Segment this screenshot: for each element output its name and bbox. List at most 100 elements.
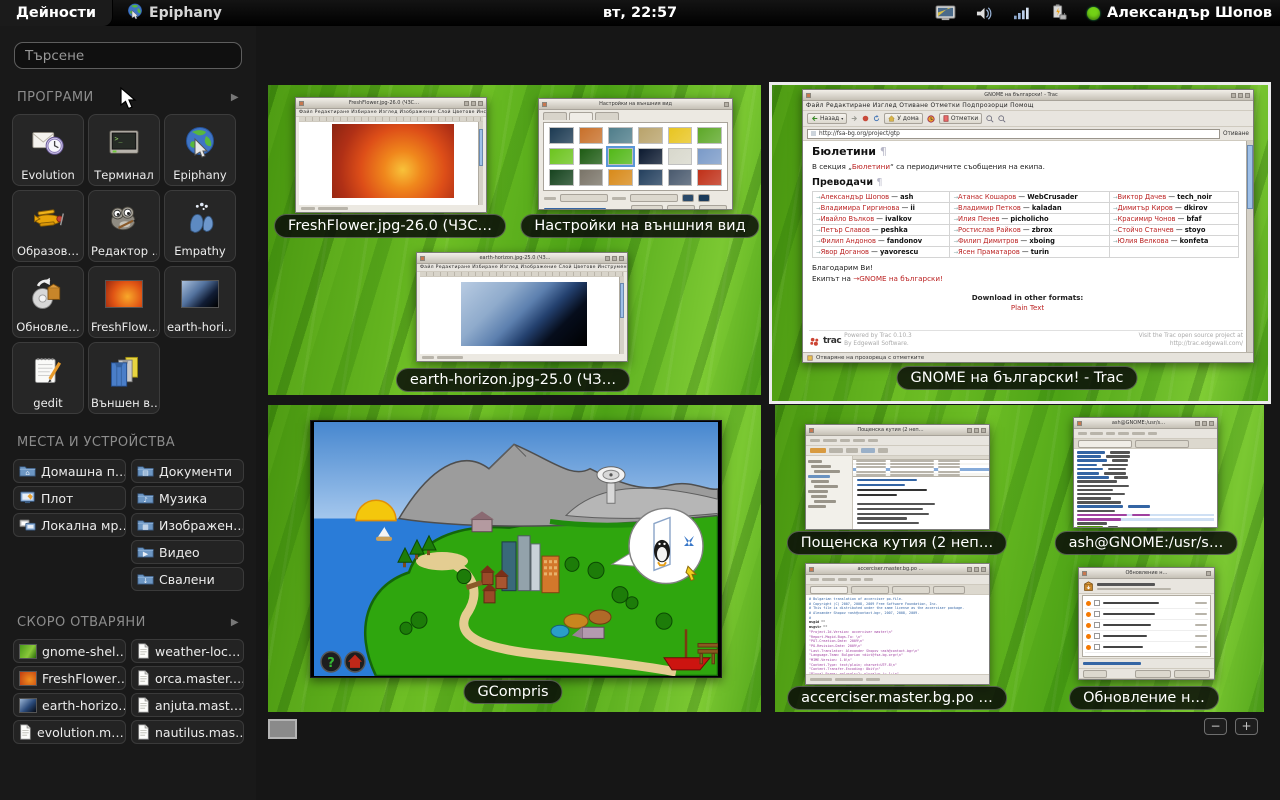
window-gedit-po[interactable]: accerciser.master.bg.po … # Bulgarian tr… [805,563,990,685]
app-tile-terminal[interactable]: >_Терминал [88,114,160,186]
terminal-line [1077,451,1214,454]
mouse-cursor [120,87,137,115]
po-line: "Content-Transfer-Encoding: 8bit\n" [809,667,880,671]
url-text: http://fsa-bg.org/project/gtp [819,131,900,137]
app-tile-gedit[interactable]: gedit [12,342,84,414]
place-item-folder-videos[interactable]: ▶Видео [131,540,244,564]
recent-item-text-doc[interactable]: evolution.m… [13,720,126,744]
app-tile-evolution[interactable]: Evolution [12,114,84,186]
po-line: "MIME-Version: 1.0\n" [809,658,852,662]
add-workspace-button[interactable]: + [1235,718,1258,735]
window-terminal[interactable]: ash@GNOME:/usr/s… [1073,417,1218,528]
recent-item-thumb-earth[interactable]: earth-horizo… [13,693,126,717]
user-menu[interactable]: Александър Шопов [1087,5,1272,21]
programs-expand-icon[interactable]: ▶ [231,92,239,103]
window-appearance-settings[interactable]: Настройки на външния вид [538,98,733,210]
app-tile-updates[interactable]: Обновле… [12,266,84,338]
update-row [1085,609,1208,620]
workspace-indicator[interactable] [268,719,297,739]
app-tile-epiphany[interactable]: Epiphany [164,114,236,186]
gcompris-icon [30,200,66,236]
translator-cell [1109,247,1238,258]
translator-cell: →Виктор Дачев — tech_noir [1109,192,1238,203]
translator-row: →Ивайло Вълков — ivalkov→Илия Пенев — pi… [813,214,1239,225]
app-tile-gcompris[interactable]: Образов… [12,190,84,262]
desktop-icon [19,491,36,505]
window-title: earth-horizon.jpg-25.0 (ЧЗ… [427,255,603,261]
app-tile-empathy[interactable]: Empathy [164,190,236,262]
favicon [811,131,816,136]
folder-downloads-icon: ↓ [137,572,154,586]
recent-item-text-doc[interactable]: orca.master.… [131,666,244,690]
flower-image [332,124,453,197]
power-icon[interactable] [1050,4,1068,22]
toolbar [806,446,989,456]
place-item-folder-music[interactable]: ♪Музика [131,486,244,510]
window-evolution-mail[interactable]: Пощенска кутия (2 неп… [805,424,990,530]
remove-workspace-button[interactable]: − [1204,718,1227,735]
workspace-3[interactable]: ? GCompris [268,405,761,712]
window-gimp-freshflower[interactable]: FreshFlower.jpg-26.0 (ЧЗС… Файл Редактир… [295,97,487,213]
tab-bar [806,585,989,595]
app-label: earth-hori… [167,320,233,334]
window-gimp-earth-horizon[interactable]: earth-horizon.jpg-25.0 (ЧЗ… Файл Редакти… [416,252,628,362]
update-row [1085,642,1208,653]
network-signal-icon[interactable] [1013,5,1031,21]
window-epiphany-trac[interactable]: GNOME на български! - Trac Файл Редактир… [802,89,1254,363]
recent-label: anjuta.mast… [155,698,242,713]
translator-row: →Явор Доганов — yavorescu→Ясен Праматаро… [813,247,1239,258]
terminal-line [1077,455,1214,458]
place-item-folder-pictures[interactable]: ▦Изображен… [131,513,244,537]
recent-item-thumb-green[interactable]: gnome-shel… [13,639,126,663]
folder-row [808,460,822,463]
app-tile-appearance[interactable]: Външен в… [88,342,160,414]
window-title: FreshFlower.jpg-26.0 (ЧЗС… [306,100,462,106]
app-tile-image-flower[interactable]: FreshFlow… [88,266,160,338]
recent-item-text-doc[interactable]: anjuta.mast… [131,693,244,717]
place-item-folder-downloads[interactable]: ↓Свалени [131,567,244,591]
app-tile-gimp[interactable]: Редактор … [88,190,160,262]
preview-line [857,508,923,510]
place-item-folder-documents[interactable]: ▤Документи [131,459,244,483]
app-tile-image-earth[interactable]: earth-hori… [164,266,236,338]
window-gcompris[interactable]: ? [310,420,722,678]
translator-cell: →Петър Славов — peshka [813,225,950,236]
recent-item-text-doc[interactable]: weather-loc… [131,639,244,663]
workspace-2-active[interactable]: GNOME на български! - Trac Файл Редактир… [769,82,1271,404]
place-item-network[interactable]: Локална мр… [13,513,126,537]
wallpaper-thumbnail [668,127,693,144]
search-box[interactable] [14,42,242,69]
search-input[interactable] [23,47,233,65]
recent-expand-icon[interactable]: ▶ [231,617,239,628]
place-item-desktop[interactable]: Плот [13,486,126,510]
translator-cell: →Димитър Киров — dkirov [1109,203,1238,214]
titlebar: ash@GNOME:/usr/s… [1074,418,1217,429]
translators-table: →Александър Шопов — ash→Атанас Кошаров —… [812,191,1239,258]
terminal-line [1077,459,1214,462]
app-menu[interactable]: Epiphany [118,0,230,26]
gimp-statusbar [417,354,627,361]
translator-row: →Петър Славов — peshka→Ростислав Райков … [813,225,1239,236]
recent-label: weather-loc… [155,644,240,659]
update-links [1079,658,1214,669]
zoom-out-icon [998,115,1006,123]
clock[interactable]: вт, 22:57 [603,0,677,26]
window-update-manager[interactable]: Обновление н… [1078,567,1215,680]
volume-icon[interactable] [975,5,994,22]
display-settings-icon[interactable] [935,5,956,22]
app-icon-wrap [182,191,218,244]
wallpaper-thumbnail [579,127,604,144]
app-icon-wrap [106,343,142,396]
workspace-1[interactable]: FreshFlower.jpg-26.0 (ЧЗС… Файл Редактир… [268,85,761,395]
activities-button[interactable]: Дейности [0,0,112,26]
workspace-4[interactable]: Пощенска кутия (2 неп… ash@GNOME:/usr/s…… [775,405,1264,712]
terminal-line [1077,505,1214,508]
document-tab [933,586,965,594]
place-item-home-folder[interactable]: ⌂Домашна п… [13,459,126,483]
titlebar: Настройки на външния вид [539,99,732,110]
menubar [1074,429,1217,439]
recent-item-thumb-flower[interactable]: FreshFlower… [13,666,126,690]
download-block: Download in other formats: Plain Text [812,293,1243,312]
recent-item-text-doc[interactable]: nautilus.mas… [131,720,244,744]
wallpaper-thumbnail [608,148,633,165]
